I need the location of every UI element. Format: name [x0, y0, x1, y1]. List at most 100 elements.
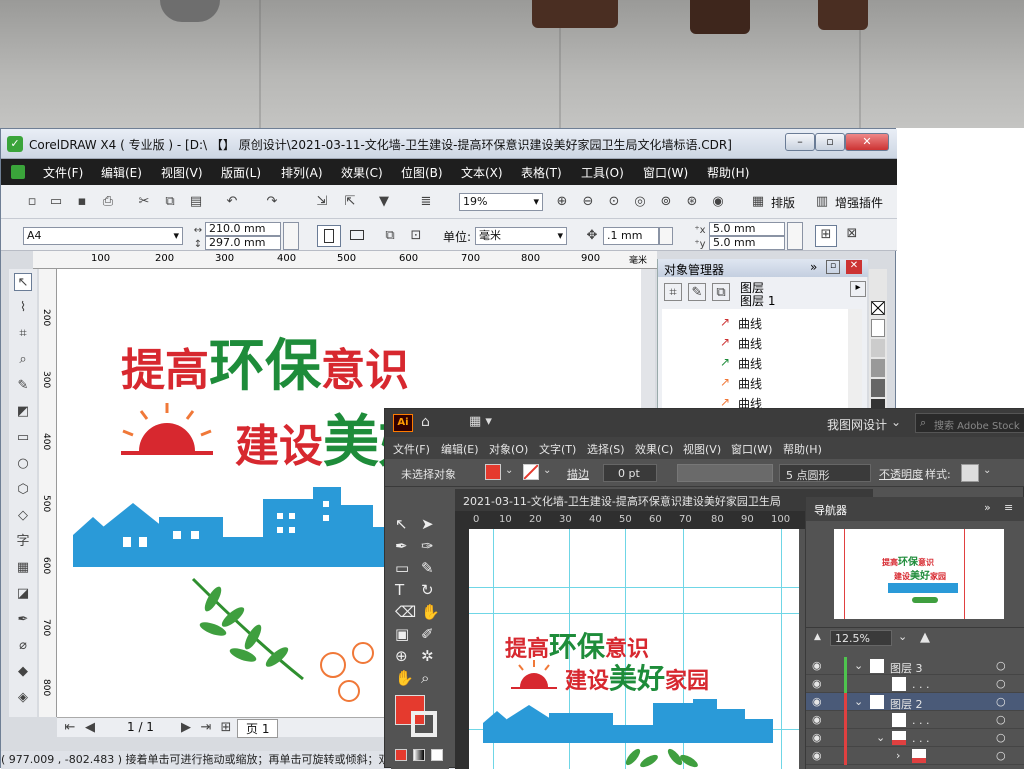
ai-menu-effect[interactable]: 效果(C) [635, 441, 673, 457]
minimize-button[interactable]: – [785, 133, 815, 151]
menu-view[interactable]: 视图(V) [161, 164, 203, 181]
interactive-fill-icon[interactable]: ◈ [14, 689, 32, 707]
layer-row[interactable]: ◉ › ○ [806, 747, 1024, 765]
duplicate-y-field[interactable]: 5.0 mm [709, 236, 785, 250]
style-dropdown-icon[interactable]: ⌄ [983, 465, 991, 476]
collapse-icon[interactable]: » [810, 260, 817, 274]
ai-menu-type[interactable]: 文字(T) [539, 441, 576, 457]
page-height-field[interactable]: 297.0 mm [205, 236, 281, 250]
stroke-color-box[interactable] [411, 711, 437, 737]
edit-across-layers-icon[interactable]: ✎ [688, 283, 706, 301]
ai-menu-select[interactable]: 选择(S) [587, 441, 625, 457]
layer-row[interactable]: ◉ . . . ○ [806, 675, 1024, 693]
home-icon[interactable]: ⌂ [421, 414, 430, 430]
navigator-title[interactable]: 导航器 [814, 502, 847, 518]
menu-arrange[interactable]: 排列(A) [281, 164, 323, 181]
zoom-select[interactable]: 19% ▾ [459, 193, 543, 211]
zoom-out-icon[interactable]: ⊖ [579, 193, 597, 211]
stroke-color-swatch[interactable] [523, 464, 539, 480]
object-item[interactable]: 曲线 [738, 375, 762, 392]
ai-menu-view[interactable]: 视图(V) [683, 441, 721, 457]
brush-select[interactable]: 5 点圆形 [779, 464, 871, 482]
import-icon[interactable]: ⇲ [313, 193, 331, 211]
panel-collapse-icon[interactable]: » [984, 501, 991, 514]
menu-tools[interactable]: 工具(O) [581, 164, 624, 181]
fill-dropdown-icon[interactable]: ⌄ [505, 465, 513, 476]
no-color-swatch[interactable] [871, 301, 885, 315]
layer-row[interactable]: ◉ ⌄ . . . ○ [806, 729, 1024, 747]
target-icon[interactable]: ○ [996, 731, 1006, 744]
text-tool-icon[interactable]: 字 [14, 533, 32, 551]
hand-tool-icon[interactable]: ✋ [395, 669, 414, 687]
zoom-height-icon[interactable]: ◉ [709, 193, 727, 211]
pen-tool-icon[interactable]: ✒ [395, 537, 408, 555]
eyedropper-icon[interactable]: ✒ [14, 611, 32, 629]
visibility-eye-icon[interactable]: ◉ [812, 749, 822, 762]
menu-help[interactable]: 帮助(H) [707, 164, 749, 181]
zoom-all-icon[interactable]: ◎ [631, 193, 649, 211]
stock-search-input[interactable]: ⌕ 搜索 Adobe Stock [915, 413, 1024, 433]
zoom-tool-icon[interactable]: ⌕ [421, 669, 429, 687]
eraser-tool-icon[interactable]: ⌫ [395, 603, 416, 621]
zoom-dropdown-icon[interactable]: ⌄ [898, 630, 907, 643]
eyedropper-tool-icon[interactable]: ✐ [421, 625, 434, 643]
object-item[interactable]: 曲线 [738, 335, 762, 352]
visibility-eye-icon[interactable]: ◉ [812, 659, 822, 672]
zoom-width-icon[interactable]: ⊛ [683, 193, 701, 211]
zoom-out-mountain-icon[interactable]: ▲ [814, 632, 821, 642]
layer-row[interactable]: ◉ . . . ○ [806, 711, 1024, 729]
smart-fill-icon[interactable]: ◩ [14, 403, 32, 421]
shape-tool-icon[interactable]: ⌇ [14, 299, 32, 317]
unit-select[interactable]: 毫米 ▾ [475, 227, 567, 245]
table-tool-icon[interactable]: ▦ [14, 559, 32, 577]
add-page-icon[interactable]: ⊞ [217, 719, 235, 737]
expand-chevron-icon[interactable]: ⌄ [854, 695, 863, 708]
prev-page-icon[interactable]: ◀ [81, 719, 99, 737]
puppet-warp-icon[interactable]: ✋ [421, 603, 440, 621]
opacity-label[interactable]: 不透明度 [879, 466, 923, 482]
redo-icon[interactable]: ↷ [263, 193, 281, 211]
close-button[interactable]: ✕ [845, 133, 889, 151]
page-width-field[interactable]: 210.0 mm [205, 222, 281, 236]
target-icon[interactable]: ○ [996, 713, 1006, 726]
menu-window[interactable]: 窗口(W) [643, 164, 688, 181]
color-mode-icon[interactable] [395, 749, 407, 761]
target-icon[interactable]: ○ [996, 659, 1006, 672]
none-mode-icon[interactable] [431, 749, 443, 761]
color-swatch[interactable] [871, 319, 885, 337]
interactive-blend-icon[interactable]: ◪ [14, 585, 32, 603]
visibility-eye-icon[interactable]: ◉ [812, 677, 822, 690]
object-item[interactable]: 曲线 [738, 315, 762, 332]
ellipse-tool-icon[interactable]: ○ [14, 455, 32, 473]
all-pages-icon[interactable]: ⧉ [381, 227, 399, 245]
zoom-page-icon[interactable]: ⊚ [657, 193, 675, 211]
gradient-mode-icon[interactable] [413, 749, 425, 761]
export-icon[interactable]: ⇱ [341, 193, 359, 211]
paintbrush-tool-icon[interactable]: ✎ [421, 559, 434, 577]
panel-close-icon[interactable]: ✕ [846, 260, 862, 274]
crop-tool-icon[interactable]: ⌗ [14, 325, 32, 343]
rectangle-tool-icon[interactable]: ▭ [395, 559, 409, 577]
workspace-chevron-icon[interactable]: ⌄ [891, 415, 901, 429]
zoom-in-mountain-icon[interactable]: ▲ [920, 630, 930, 645]
page-size-select[interactable]: A4 ▾ [23, 227, 183, 245]
last-page-icon[interactable]: ⇥ [197, 719, 215, 737]
menu-effects[interactable]: 效果(C) [341, 164, 383, 181]
panel-menu-icon[interactable]: ≡ [1004, 501, 1013, 514]
variable-width-select[interactable] [677, 464, 773, 482]
duplicate-spinner[interactable] [787, 222, 803, 250]
menu-file[interactable]: 文件(F) [43, 164, 83, 181]
menu-bitmaps[interactable]: 位图(B) [401, 164, 443, 181]
menu-edit[interactable]: 编辑(E) [101, 164, 142, 181]
fill-color-swatch[interactable] [485, 464, 501, 480]
target-icon[interactable]: ○ [996, 677, 1006, 690]
fill-tool-icon[interactable]: ◆ [14, 663, 32, 681]
layer-manager-icon[interactable]: ⧉ [712, 283, 730, 301]
selection-tool-icon[interactable]: ↖ [395, 515, 408, 533]
save-icon[interactable]: ▪ [73, 193, 91, 211]
outline-pen-icon[interactable]: ⌀ [14, 637, 32, 655]
gradient-tool-icon[interactable]: ▣ [395, 625, 409, 643]
paste-icon[interactable]: ▤ [187, 193, 205, 211]
new-icon[interactable]: ▫ [23, 193, 41, 211]
open-icon[interactable]: ▭ [47, 193, 65, 211]
